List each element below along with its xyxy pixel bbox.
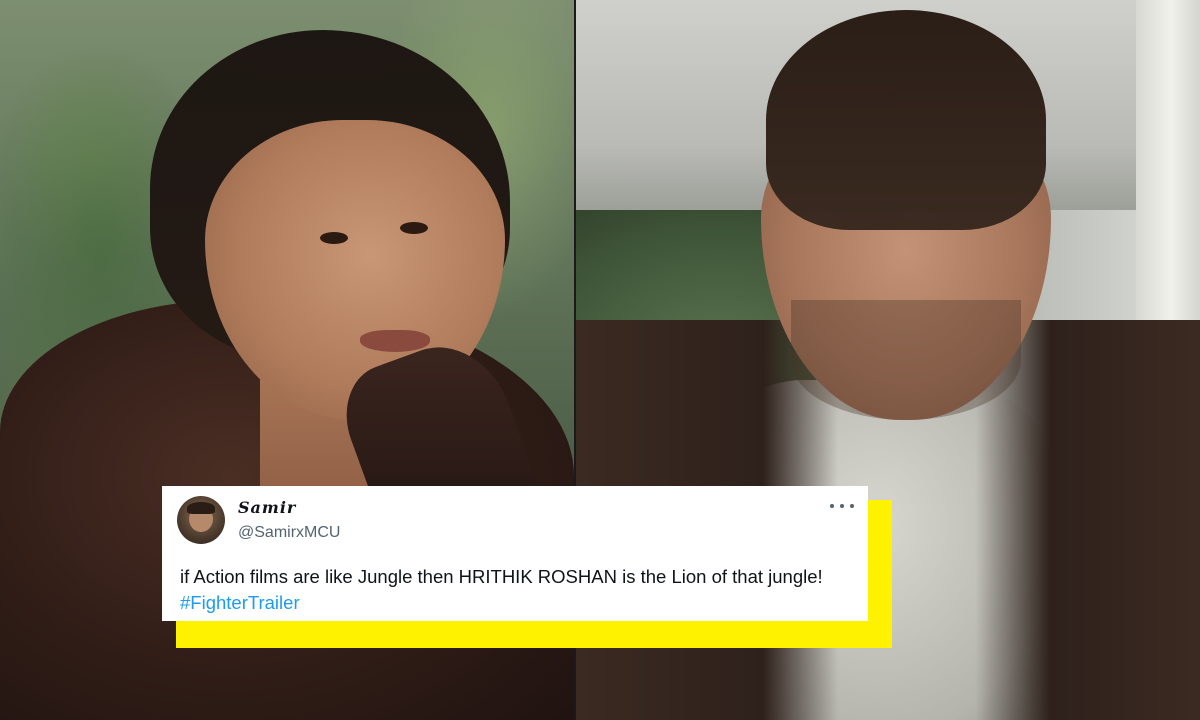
eye	[801, 210, 837, 222]
dot	[840, 504, 844, 508]
eye	[400, 222, 428, 234]
meme-canvas: Samir @SamirxMCU if Action films are lik…	[0, 0, 1200, 720]
eye	[901, 210, 937, 222]
avatar[interactable]	[177, 496, 225, 544]
lips	[360, 330, 430, 352]
tweet-text: if Action films are like Jungle then HRI…	[180, 564, 850, 616]
hair	[766, 10, 1046, 230]
beard	[791, 300, 1021, 420]
tweet-card: Samir @SamirxMCU if Action films are lik…	[162, 486, 868, 621]
avatar-hair	[187, 502, 215, 514]
tweet-body: if Action films are like Jungle then HRI…	[180, 566, 823, 587]
dot	[850, 504, 854, 508]
eye	[320, 232, 348, 244]
dot	[830, 504, 834, 508]
more-horizontal-icon[interactable]	[830, 500, 854, 512]
user-handle[interactable]: @SamirxMCU	[238, 524, 340, 542]
display-name[interactable]: Samir	[238, 498, 296, 517]
hashtag-link[interactable]: #FighterTrailer	[180, 592, 300, 613]
